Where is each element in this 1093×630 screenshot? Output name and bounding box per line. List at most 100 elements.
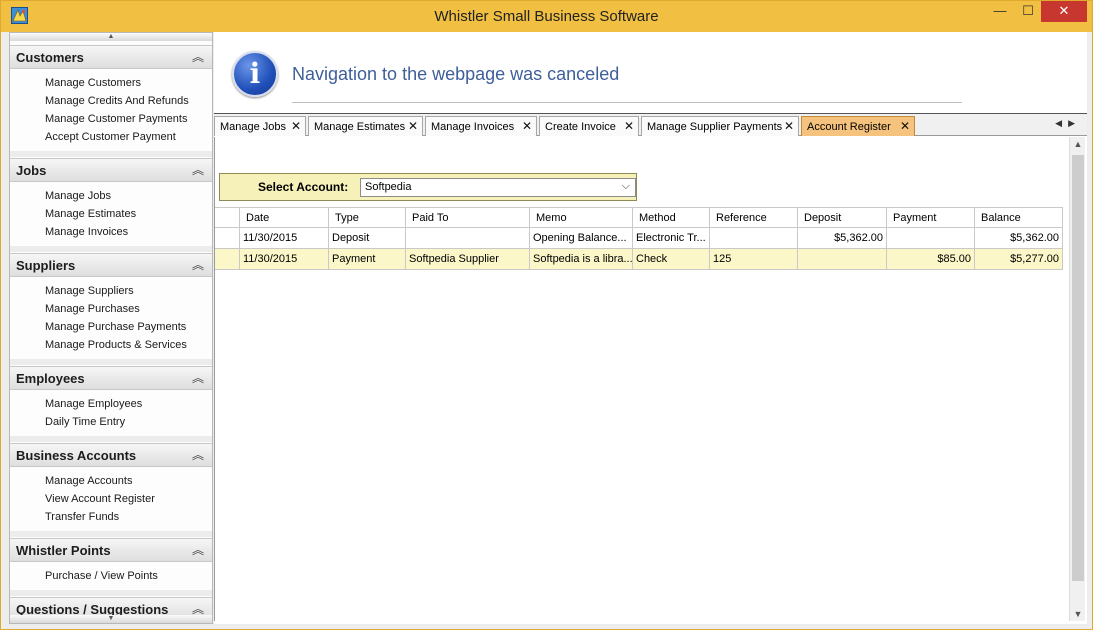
sidebar-scroll-up-icon[interactable]: ▲ xyxy=(10,33,212,41)
scroll-up-icon[interactable]: ▲ xyxy=(1070,139,1086,149)
group-header-employees[interactable]: Employees ︽ xyxy=(10,366,212,390)
tab-close-icon[interactable]: ✕ xyxy=(408,119,418,133)
group-header-suppliers[interactable]: Suppliers ︽ xyxy=(10,253,212,277)
group-title: Jobs xyxy=(16,163,47,178)
tab-account-register[interactable]: Account Register ✕ xyxy=(801,116,915,136)
info-icon: i xyxy=(232,51,278,97)
collapse-chevron-icon[interactable]: ︽ xyxy=(192,541,204,558)
column-header-memo[interactable]: Memo xyxy=(530,208,633,229)
sidebar-item-manage-jobs[interactable]: Manage Jobs xyxy=(45,190,111,202)
column-header-selector xyxy=(215,208,240,229)
column-header-date[interactable]: Date xyxy=(240,208,329,229)
register-scrollbar[interactable]: ▲ ▼ xyxy=(1069,137,1085,621)
grid-header-row: Date Type Paid To Memo Method Reference … xyxy=(215,207,1063,229)
sidebar-item-manage-employees[interactable]: Manage Employees xyxy=(45,398,142,410)
group-header-jobs[interactable]: Jobs ︽ xyxy=(10,158,212,182)
cell-type: Deposit xyxy=(329,228,406,249)
tab-close-icon[interactable]: ✕ xyxy=(624,119,634,133)
sidebar-scroll-down-icon[interactable]: ▼ xyxy=(10,615,212,623)
column-header-deposit[interactable]: Deposit xyxy=(798,208,887,229)
tab-label: Manage Supplier Payments xyxy=(647,121,783,133)
cell-deposit xyxy=(798,249,887,270)
account-dropdown[interactable]: Softpedia ⌵ xyxy=(360,178,636,197)
tab-close-icon[interactable]: ✕ xyxy=(522,119,532,133)
column-header-type[interactable]: Type xyxy=(329,208,406,229)
collapse-chevron-icon[interactable]: ︽ xyxy=(192,48,204,65)
sidebar-item-manage-accounts[interactable]: Manage Accounts xyxy=(45,475,132,487)
maximize-button[interactable]: ☐ xyxy=(1015,1,1041,22)
sidebar-item-manage-credits-refunds[interactable]: Manage Credits And Refunds xyxy=(45,95,189,107)
group-separator xyxy=(10,590,212,596)
sidebar-item-view-account-register[interactable]: View Account Register xyxy=(45,493,155,505)
tab-close-icon[interactable]: ✕ xyxy=(291,119,301,133)
group-title: Business Accounts xyxy=(16,448,137,463)
sidebar-item-manage-products-services[interactable]: Manage Products & Services xyxy=(45,339,187,351)
sidebar-item-manage-estimates[interactable]: Manage Estimates xyxy=(45,208,136,220)
tab-close-icon[interactable]: ✕ xyxy=(784,119,794,133)
collapse-chevron-icon[interactable]: ︽ xyxy=(192,256,204,273)
group-separator xyxy=(10,246,212,252)
cell-deposit: $5,362.00 xyxy=(798,228,887,249)
document-tabstrip: Manage Jobs ✕ Manage Estimates ✕ Manage … xyxy=(214,113,1087,136)
tab-close-icon[interactable]: ✕ xyxy=(900,119,910,133)
cell-reference xyxy=(710,228,798,249)
tab-label: Manage Invoices xyxy=(431,121,515,133)
group-header-whistler-points[interactable]: Whistler Points ︽ xyxy=(10,538,212,562)
column-header-payment[interactable]: Payment xyxy=(887,208,975,229)
tab-scroll-arrows-icon[interactable]: ◀▶ xyxy=(1055,118,1081,129)
select-account-label: Select Account: xyxy=(258,180,349,194)
tab-create-invoice[interactable]: Create Invoice ✕ xyxy=(539,116,639,136)
register-grid: Date Type Paid To Memo Method Reference … xyxy=(215,207,1063,270)
navigation-sidebar: ▲ Customers ︽ Manage Customers Manage Cr… xyxy=(9,32,213,624)
main-content: i Navigation to the webpage was canceled… xyxy=(214,32,1087,624)
cell-date: 11/30/2015 xyxy=(240,249,329,270)
table-row[interactable]: 11/30/2015 Payment Softpedia Supplier So… xyxy=(215,249,1063,270)
column-header-method[interactable]: Method xyxy=(633,208,710,229)
sidebar-item-manage-customer-payments[interactable]: Manage Customer Payments xyxy=(45,113,187,125)
sidebar-item-manage-purchases[interactable]: Manage Purchases xyxy=(45,303,140,315)
tab-manage-supplier-payments[interactable]: Manage Supplier Payments ✕ xyxy=(641,116,799,136)
account-register-panel: Select Account: Softpedia ⌵ Date Type Pa… xyxy=(214,137,1069,621)
group-header-customers[interactable]: Customers ︽ xyxy=(10,45,212,69)
group-title: Suppliers xyxy=(16,258,76,273)
tab-label: Account Register xyxy=(807,121,891,133)
sidebar-item-transfer-funds[interactable]: Transfer Funds xyxy=(45,511,119,523)
scroll-down-icon[interactable]: ▼ xyxy=(1070,609,1086,619)
column-header-reference[interactable]: Reference xyxy=(710,208,798,229)
tab-manage-invoices[interactable]: Manage Invoices ✕ xyxy=(425,116,537,136)
table-row[interactable]: 11/30/2015 Deposit Opening Balance... El… xyxy=(215,228,1063,249)
title-bar[interactable]: Whistler Small Business Software — ☐ ✕ xyxy=(1,1,1092,32)
cell-balance: $5,362.00 xyxy=(975,228,1063,249)
cell-balance: $5,277.00 xyxy=(975,249,1063,270)
group-title: Employees xyxy=(16,371,85,386)
chevron-down-icon[interactable]: ⌵ xyxy=(622,180,630,193)
cell-paid-to xyxy=(406,228,530,249)
minimize-button[interactable]: — xyxy=(987,1,1013,22)
sidebar-item-manage-invoices[interactable]: Manage Invoices xyxy=(45,226,128,238)
close-button[interactable]: ✕ xyxy=(1041,1,1087,22)
cell-type: Payment xyxy=(329,249,406,270)
cell-date: 11/30/2015 xyxy=(240,228,329,249)
group-title: Whistler Points xyxy=(16,543,111,558)
group-header-business-accounts[interactable]: Business Accounts ︽ xyxy=(10,443,212,467)
tab-manage-estimates[interactable]: Manage Estimates ✕ xyxy=(308,116,423,136)
sidebar-item-manage-purchase-payments[interactable]: Manage Purchase Payments xyxy=(45,321,186,333)
collapse-chevron-icon[interactable]: ︽ xyxy=(192,369,204,386)
row-selector[interactable] xyxy=(215,228,240,249)
sidebar-item-manage-suppliers[interactable]: Manage Suppliers xyxy=(45,285,134,297)
scrollbar-thumb[interactable] xyxy=(1072,155,1084,581)
column-header-balance[interactable]: Balance xyxy=(975,208,1063,229)
sidebar-item-daily-time-entry[interactable]: Daily Time Entry xyxy=(45,416,125,428)
sidebar-item-manage-customers[interactable]: Manage Customers xyxy=(45,77,141,89)
sidebar-item-purchase-view-points[interactable]: Purchase / View Points xyxy=(45,570,158,582)
row-selector[interactable] xyxy=(215,249,240,270)
tab-manage-jobs[interactable]: Manage Jobs ✕ xyxy=(214,116,306,136)
info-divider xyxy=(292,102,962,103)
tab-label: Manage Estimates xyxy=(314,121,406,133)
sidebar-item-accept-customer-payment[interactable]: Accept Customer Payment xyxy=(45,131,176,143)
group-separator xyxy=(10,531,212,537)
collapse-chevron-icon[interactable]: ︽ xyxy=(192,161,204,178)
cell-memo: Opening Balance... xyxy=(530,228,633,249)
collapse-chevron-icon[interactable]: ︽ xyxy=(192,446,204,463)
column-header-paid-to[interactable]: Paid To xyxy=(406,208,530,229)
